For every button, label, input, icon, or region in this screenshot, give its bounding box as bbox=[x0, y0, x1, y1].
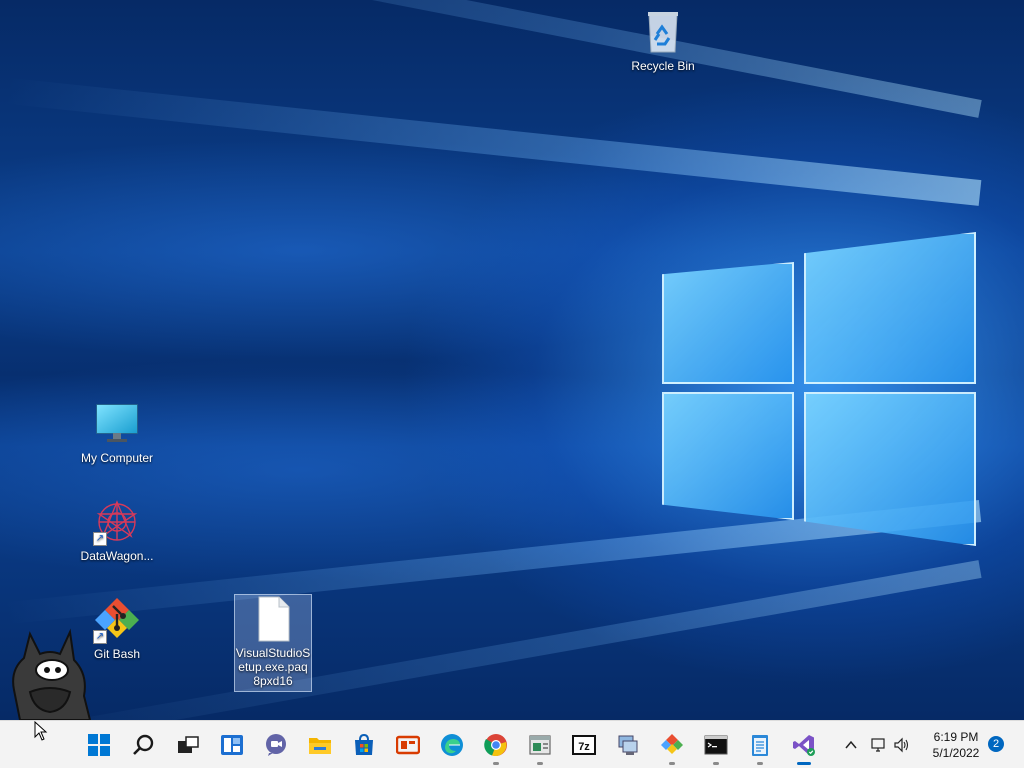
speaker-icon bbox=[894, 737, 909, 753]
widgets-icon bbox=[221, 735, 243, 755]
volume-tray-button[interactable] bbox=[892, 735, 912, 755]
clock-time: 6:19 PM bbox=[933, 730, 979, 744]
chat-button[interactable] bbox=[258, 727, 294, 763]
notification-badge[interactable]: 2 bbox=[988, 736, 1004, 752]
search-icon bbox=[133, 734, 154, 755]
running-indicator bbox=[797, 762, 811, 765]
windows-logo-icon bbox=[88, 734, 110, 756]
notepad-icon bbox=[752, 735, 768, 756]
git-icon bbox=[661, 734, 683, 754]
show-hidden-icons-button[interactable] bbox=[841, 735, 861, 755]
running-indicator bbox=[537, 762, 543, 765]
svg-text:7z: 7z bbox=[578, 741, 590, 753]
desktop-icon-label: DataWagon... bbox=[80, 549, 154, 563]
edge-button[interactable] bbox=[434, 727, 470, 763]
file-explorer-button[interactable] bbox=[302, 727, 338, 763]
network-computers-icon bbox=[618, 735, 638, 755]
clock-date: 5/1/2022 bbox=[932, 746, 980, 760]
desktop-icon-label: VisualStudioSetup.exe.paq8pxd16 bbox=[235, 646, 311, 688]
chrome-button[interactable] bbox=[478, 727, 514, 765]
notepad-button[interactable] bbox=[742, 727, 778, 765]
desktop-icon-label: Git Bash bbox=[93, 647, 141, 661]
task-view-button[interactable] bbox=[170, 727, 206, 763]
network-icon bbox=[871, 738, 885, 752]
network-app-button[interactable] bbox=[610, 727, 646, 763]
edge-icon bbox=[441, 734, 463, 756]
shortcut-arrow-icon: ↗ bbox=[93, 630, 107, 644]
running-indicator bbox=[493, 762, 499, 765]
office-icon bbox=[396, 735, 420, 755]
running-indicator bbox=[757, 762, 763, 765]
task-view-icon bbox=[178, 736, 199, 753]
desktop-icon-label: My Computer bbox=[80, 451, 154, 465]
recycle-bin-icon bbox=[639, 8, 687, 56]
terminal-button[interactable] bbox=[698, 727, 734, 765]
microsoft-store-button[interactable] bbox=[346, 727, 382, 763]
logo-pane bbox=[804, 392, 976, 546]
search-button[interactable] bbox=[126, 727, 162, 763]
program-button[interactable] bbox=[522, 727, 558, 765]
taskbar: 7z 6:19 PM 5/1/2022 bbox=[0, 720, 1024, 768]
datawagon-desktop-icon[interactable]: ↗ DataWagon... bbox=[78, 498, 156, 563]
recycle-bin-desktop-icon[interactable]: Recycle Bin bbox=[624, 8, 702, 73]
git-bash-icon: ↗ bbox=[93, 596, 141, 644]
visual-studio-icon bbox=[793, 735, 815, 756]
datawagon-icon: ↗ bbox=[93, 498, 141, 546]
terminal-icon bbox=[704, 735, 728, 755]
teams-chat-icon bbox=[266, 734, 286, 756]
running-indicator bbox=[669, 762, 675, 765]
taskbar-clock[interactable]: 6:19 PM 5/1/2022 bbox=[920, 729, 992, 761]
store-bag-icon bbox=[355, 733, 373, 755]
7zip-button[interactable]: 7z bbox=[566, 727, 602, 763]
running-indicator bbox=[713, 762, 719, 765]
mouse-cursor-icon bbox=[34, 720, 48, 741]
widgets-button[interactable] bbox=[214, 727, 250, 763]
7zip-icon: 7z bbox=[572, 735, 596, 755]
chevron-up-icon bbox=[845, 740, 857, 749]
blank-file-icon bbox=[249, 595, 297, 643]
start-button[interactable] bbox=[81, 727, 117, 763]
git-button[interactable] bbox=[654, 727, 690, 765]
desktop-icon-label: Recycle Bin bbox=[631, 59, 695, 73]
logo-pane bbox=[662, 392, 794, 520]
logo-pane bbox=[804, 232, 976, 384]
logo-pane bbox=[662, 262, 794, 384]
monitor-icon bbox=[93, 400, 141, 448]
my-computer-desktop-icon[interactable]: My Computer bbox=[78, 400, 156, 465]
program-window-icon bbox=[529, 735, 551, 755]
shortcut-arrow-icon: ↗ bbox=[93, 532, 107, 546]
chrome-icon bbox=[484, 734, 507, 757]
network-tray-button[interactable] bbox=[868, 735, 888, 755]
folder-icon bbox=[309, 738, 331, 754]
file-desktop-icon[interactable]: VisualStudioSetup.exe.paq8pxd16 bbox=[234, 594, 312, 692]
cat-mascot-image bbox=[0, 620, 95, 721]
office-button[interactable] bbox=[390, 727, 426, 763]
visual-studio-button[interactable] bbox=[786, 727, 822, 765]
